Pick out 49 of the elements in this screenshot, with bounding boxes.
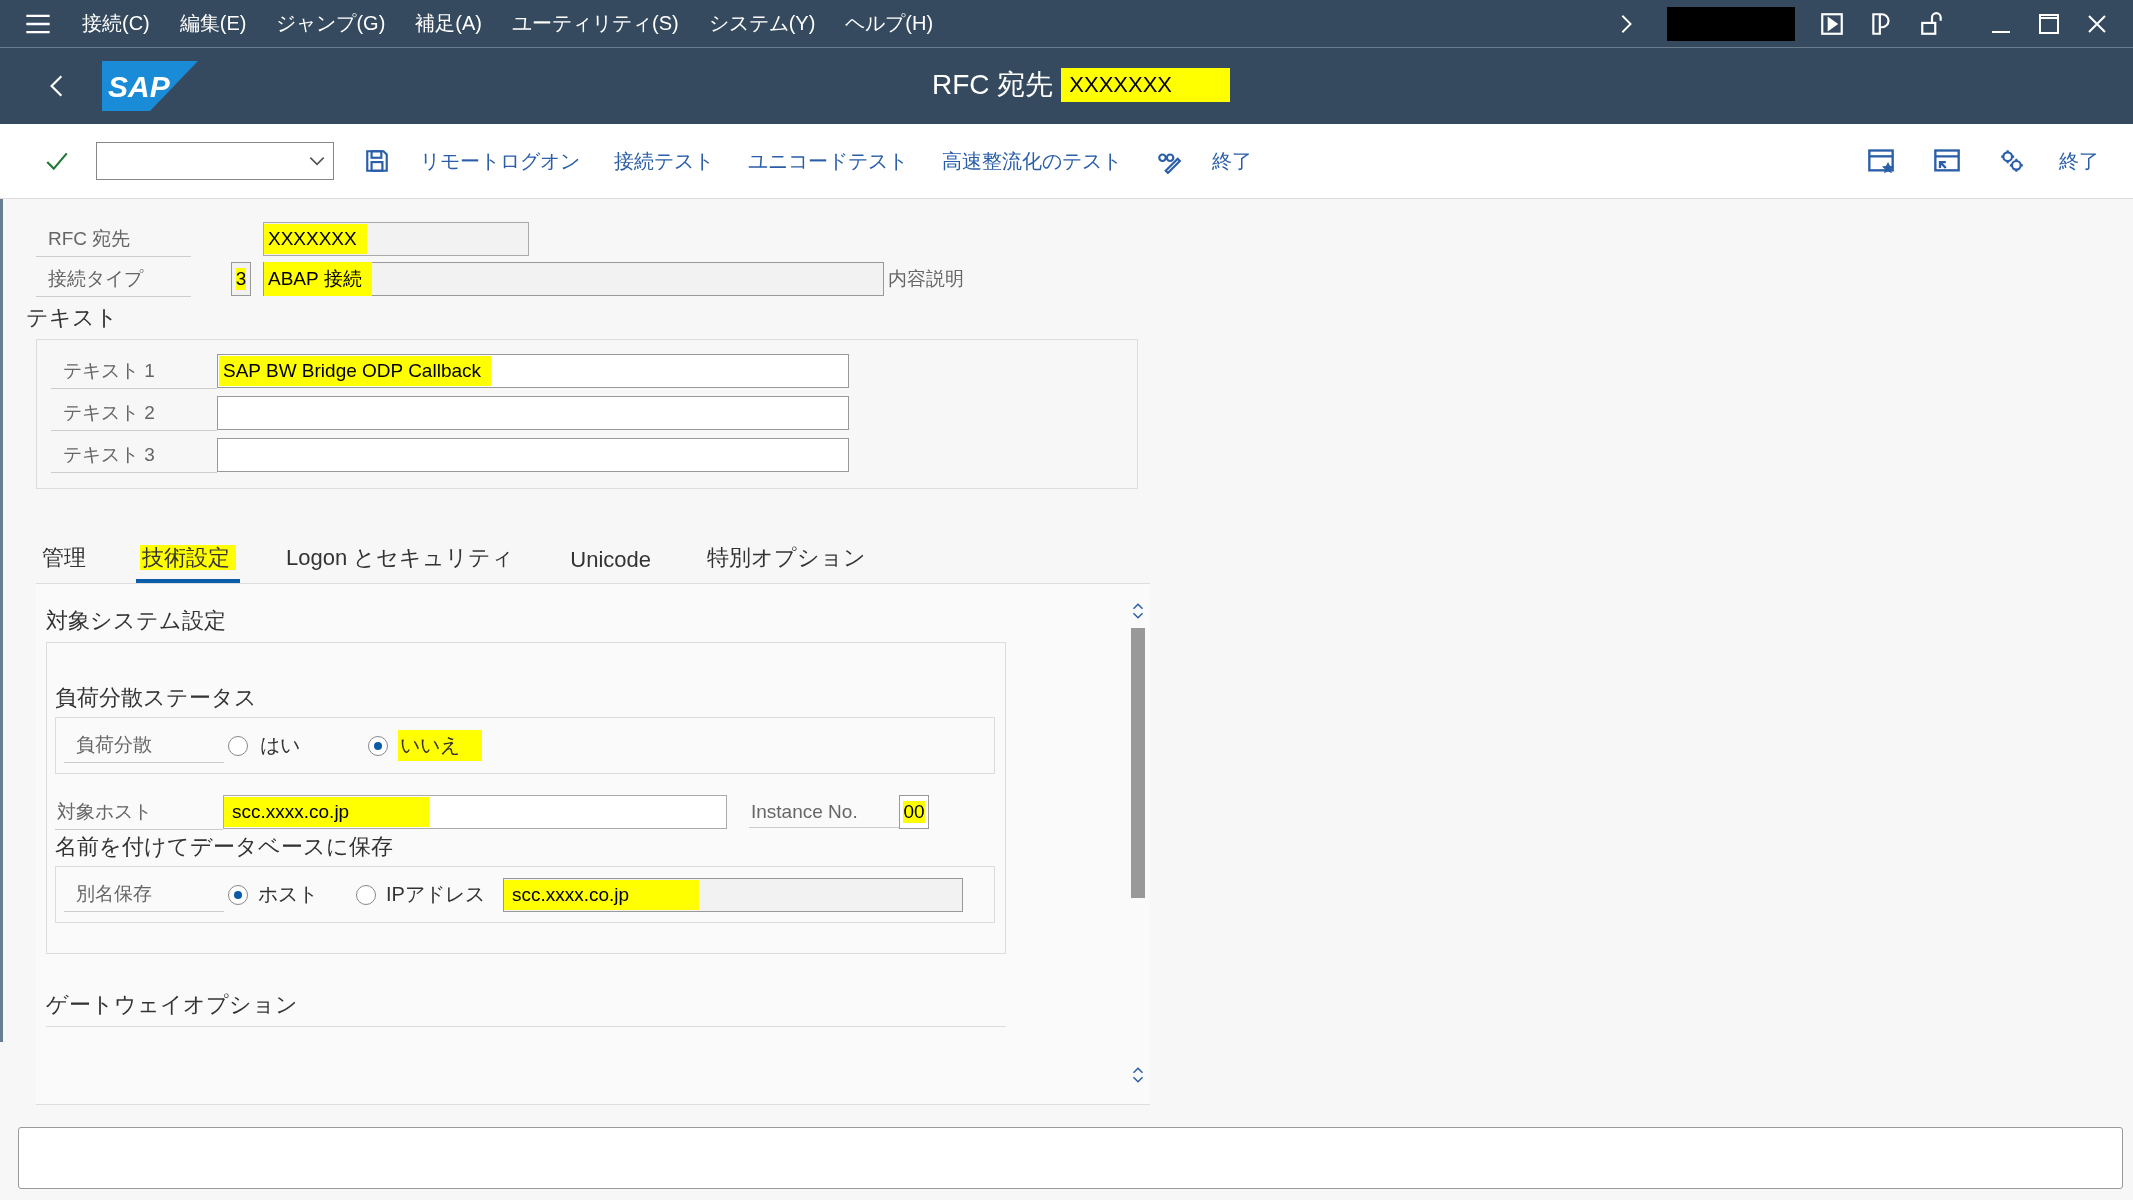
radio-option[interactable]: はい <box>228 730 322 761</box>
address-field[interactable]: scc.xxxx.co.jp <box>502 877 963 912</box>
radio-option[interactable]: IPアドレス <box>356 881 485 908</box>
toolbar-button[interactable]: 高速整流化のテスト <box>942 147 1122 175</box>
group-title: 名前を付けてデータベースに保存 <box>55 833 394 861</box>
destination-name: XXXXXXX <box>1061 68 1231 102</box>
field-label: 別名保存 <box>64 877 224 912</box>
screen-title: RFC 宛先 <box>932 68 1054 102</box>
section-title: 対象システム設定 <box>46 607 227 635</box>
exit-button[interactable]: 終了 <box>2059 147 2099 175</box>
group-title: 負荷分散ステータス <box>55 684 258 712</box>
text-field[interactable] <box>217 438 849 472</box>
text-field[interactable] <box>217 396 849 430</box>
play-icon[interactable] <box>1819 10 1845 37</box>
connection-type-field[interactable]: ABAP 接続 <box>263 262 884 296</box>
rfc-destination-field[interactable]: XXXXXXX <box>263 222 529 256</box>
menu-item[interactable]: 編集(E) <box>179 10 247 37</box>
field-label: 内容説明 <box>887 267 964 291</box>
menu-item[interactable]: ヘルプ(H) <box>845 10 934 37</box>
menu-item[interactable]: 接続(C) <box>82 10 150 37</box>
tab[interactable]: 管理 <box>36 537 96 583</box>
menu-item[interactable]: システム(Y) <box>708 10 816 37</box>
instance-number-field[interactable]: 00 <box>899 795 929 829</box>
scrollbar-thumb[interactable] <box>1131 628 1145 898</box>
target-host-field[interactable]: scc.xxxx.co.jp <box>223 795 727 829</box>
field-label: 負荷分散 <box>64 728 224 763</box>
tab[interactable]: 特別オプション <box>701 537 876 583</box>
settings-icon[interactable] <box>1999 148 2025 174</box>
radio-option[interactable]: ホスト <box>228 881 318 908</box>
maximize-icon[interactable] <box>2037 11 2061 36</box>
field-label: RFC 宛先 <box>36 221 191 257</box>
tab[interactable]: Logon とセキュリティ <box>280 537 525 583</box>
save-icon[interactable] <box>364 148 390 174</box>
toolbar-button[interactable]: リモートログオン <box>420 147 580 175</box>
group-title: テキスト <box>26 304 119 332</box>
field-label: 接続タイプ <box>36 261 191 297</box>
toolbar-button[interactable]: 接続テスト <box>614 147 714 175</box>
menu-item[interactable]: 補足(A) <box>415 10 482 37</box>
connection-type-code-field[interactable]: 3 <box>231 262 251 296</box>
sap-logo: SAP <box>102 61 198 111</box>
menu-item[interactable]: ユーティリティ(S) <box>512 10 679 37</box>
text-field[interactable]: SAP BW Bridge ODP Callback <box>217 354 849 388</box>
exit-button[interactable]: 終了 <box>1212 147 1252 175</box>
menu-item[interactable]: ジャンプ(G) <box>276 10 386 37</box>
tab[interactable]: Unicode <box>564 541 661 583</box>
section-title: ゲートウェイオプション <box>46 990 1006 1027</box>
toolbar-button[interactable]: ユニコードテスト <box>748 147 908 175</box>
command-field[interactable] <box>96 142 334 180</box>
unlock-icon[interactable] <box>1919 10 1945 37</box>
